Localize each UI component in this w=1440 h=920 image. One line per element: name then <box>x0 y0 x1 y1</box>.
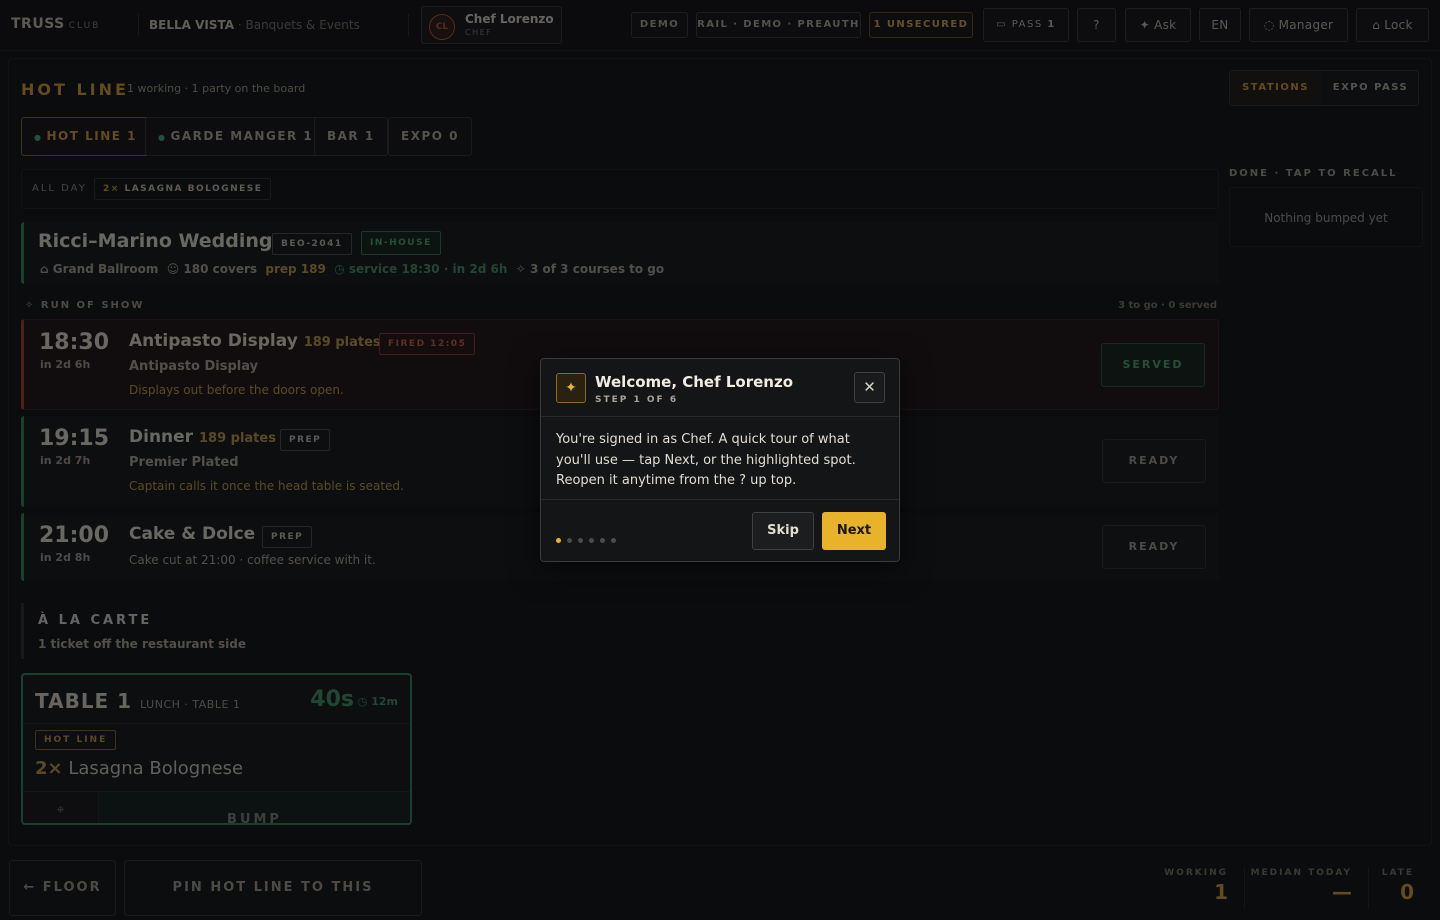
clock-icon: ◷ <box>357 695 368 708</box>
brand-logo: TRUSSTABCLUB <box>11 16 121 172</box>
unsecured-badge[interactable]: 1 UNSECURED <box>869 12 973 38</box>
tab-hot-line[interactable]: ● HOT LINE 1 <box>21 117 150 156</box>
lock-icon: ⌂ <box>1372 18 1381 32</box>
step-dot <box>600 538 605 543</box>
demo-badge: DEMO <box>631 12 688 38</box>
run-of-show-label: ✧ RUN OF SHOW <box>25 300 145 311</box>
shield-icon: ◌ <box>1263 18 1275 32</box>
welcome-dialog: ✦ Welcome, Chef Lorenzo STEP 1 OF 6 ✕ Yo… <box>540 358 900 562</box>
building-icon: ⌂ <box>40 262 49 276</box>
run-of-show-summary: 3 to go · 0 served <box>1118 300 1217 311</box>
all-day-bar: ALL DAY 2× LASAGNA BOLOGNESE <box>21 169 1219 209</box>
tab-expo[interactable]: EXPO 0 <box>388 117 472 156</box>
stations-toggle[interactable]: STATIONS <box>1230 71 1321 105</box>
step-dots <box>556 528 622 547</box>
manager-button[interactable]: ◌ Manager <box>1249 8 1348 42</box>
all-day-item: 2× LASAGNA BOLOGNESE <box>94 178 272 200</box>
step-dot <box>578 538 583 543</box>
user-chip[interactable]: CL Chef Lorenzo CHEF <box>421 6 562 44</box>
user-name: Chef Lorenzo <box>465 12 554 26</box>
pass-button[interactable]: ▭ PASS 1 <box>983 8 1069 42</box>
event-card[interactable]: Ricci–Marino Wedding BEO-2041 IN-HOUSE ⌂… <box>21 222 1219 284</box>
venue-name: BELLA VISTA · Banquets & Events <box>149 18 360 32</box>
stat-median: MEDIAN TODAY — <box>1250 868 1352 904</box>
ticket-item: 2× Lasagna Bolognese <box>35 758 244 779</box>
view-toggle: STATIONS EXPO PASS <box>1229 70 1419 106</box>
step-dot <box>589 538 594 543</box>
sparkle-icon: ✧ <box>25 300 36 311</box>
prep-badge: PREP <box>262 526 313 548</box>
close-icon[interactable]: ✕ <box>854 372 885 403</box>
dialog-title: Welcome, Chef Lorenzo <box>595 373 794 391</box>
station-badge: HOT LINE <box>35 730 117 750</box>
top-bar: TRUSSTABCLUB BELLA VISTA · Banquets & Ev… <box>0 0 1440 172</box>
sparkle-icon: ✦ <box>556 373 586 403</box>
ticket-card[interactable]: TABLE 1 LUNCH · TABLE 1 40s ◷ 12m HOT LI… <box>21 673 412 825</box>
dialog-body: You're signed in as Chef. A quick tour o… <box>556 432 856 488</box>
a-la-carte-header: À LA CARTE 1 ticket off the restaurant s… <box>21 603 441 659</box>
event-title: Ricci–Marino Wedding <box>38 230 273 252</box>
ready-button[interactable]: READY <box>1102 525 1206 569</box>
dialog-step: STEP 1 OF 6 <box>595 395 679 405</box>
done-empty: Nothing bumped yet <box>1229 187 1423 247</box>
floor-button[interactable]: ← FLOOR <box>9 860 116 916</box>
status-badge: IN-HOUSE <box>361 231 441 255</box>
skip-button[interactable]: Skip <box>752 512 814 550</box>
monitor-icon: ▭ <box>996 19 1008 30</box>
next-button[interactable]: Next <box>822 512 886 550</box>
page-title: HOT LINE <box>21 80 129 99</box>
expo-pass-toggle[interactable]: EXPO PASS <box>1321 71 1420 105</box>
stat-working: WORKING 1 <box>1164 868 1228 904</box>
ready-button[interactable]: READY <box>1102 439 1206 483</box>
step-dot <box>611 538 616 543</box>
served-button[interactable]: SERVED <box>1101 343 1205 387</box>
step-dot <box>556 538 561 543</box>
stat-late: LATE 0 <box>1381 868 1414 904</box>
tag-icon[interactable]: ⌖ <box>23 792 99 823</box>
prep-badge: PREP <box>280 429 331 451</box>
sparkle-icon: ✦ <box>1139 18 1150 32</box>
rail-badge: RAIL · DEMO · PREAUTH <box>696 12 861 38</box>
language-button[interactable]: EN <box>1199 8 1241 42</box>
user-role: CHEF <box>465 28 493 37</box>
beo-badge: BEO-2041 <box>272 233 352 255</box>
avatar: CL <box>429 14 455 40</box>
tab-bar[interactable]: BAR 1 <box>314 117 388 156</box>
bump-button[interactable]: BUMP <box>99 812 410 823</box>
pin-terminal-button[interactable]: PIN HOT LINE TO THIS TERMINAL <box>124 860 422 916</box>
clock-icon: ◷ <box>334 262 345 276</box>
help-button[interactable]: ? <box>1077 8 1116 42</box>
sparkle-icon: ✧ <box>515 262 526 276</box>
tab-garde-manger[interactable]: ● GARDE MANGER 1 <box>145 117 327 156</box>
event-meta: ⌂ Grand Ballroom ☺ 180 covers prep 189 ◷… <box>40 262 665 276</box>
page-subtitle: 1 working · 1 party on the board <box>127 82 306 95</box>
ask-button[interactable]: ✦ Ask <box>1125 8 1191 42</box>
ticket-elapsed: ◷ 12m <box>357 695 398 708</box>
lock-button[interactable]: ⌂ Lock <box>1356 8 1429 42</box>
done-label: DONE · TAP TO RECALL <box>1229 168 1398 179</box>
ticket-age: 40s <box>310 687 354 712</box>
people-icon: ☺ <box>166 262 180 276</box>
fired-badge: FIRED 12:05 <box>379 333 476 355</box>
step-dot <box>567 538 572 543</box>
